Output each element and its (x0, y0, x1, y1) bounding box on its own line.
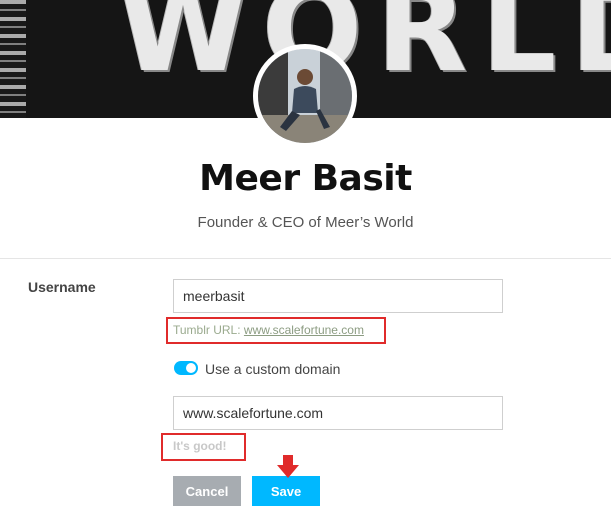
banner-grunge-texture (0, 0, 26, 118)
cancel-button[interactable]: Cancel (173, 476, 241, 506)
username-input[interactable] (173, 279, 503, 313)
avatar[interactable] (253, 44, 357, 148)
username-label: Username (28, 279, 96, 295)
tumblr-url: Tumblr URL: www.scalefortune.com (173, 323, 364, 337)
tumblr-url-label: Tumblr URL: (173, 323, 241, 337)
profile-description: Founder & CEO of Meer’s World (197, 214, 414, 231)
section-divider (0, 258, 611, 259)
domain-status: It's good! (173, 439, 227, 453)
tumblr-url-link[interactable]: www.scalefortune.com (244, 323, 364, 337)
arrow-down-icon (277, 455, 299, 478)
toggle-knob (186, 363, 196, 373)
avatar-photo (258, 49, 352, 143)
banner-text: WORLD (118, 0, 611, 98)
domain-input[interactable] (173, 396, 503, 430)
custom-domain-toggle[interactable] (174, 361, 198, 375)
save-button[interactable]: Save (252, 476, 320, 506)
custom-domain-label: Use a custom domain (205, 361, 341, 377)
profile-name: Meer Basit (199, 158, 412, 199)
